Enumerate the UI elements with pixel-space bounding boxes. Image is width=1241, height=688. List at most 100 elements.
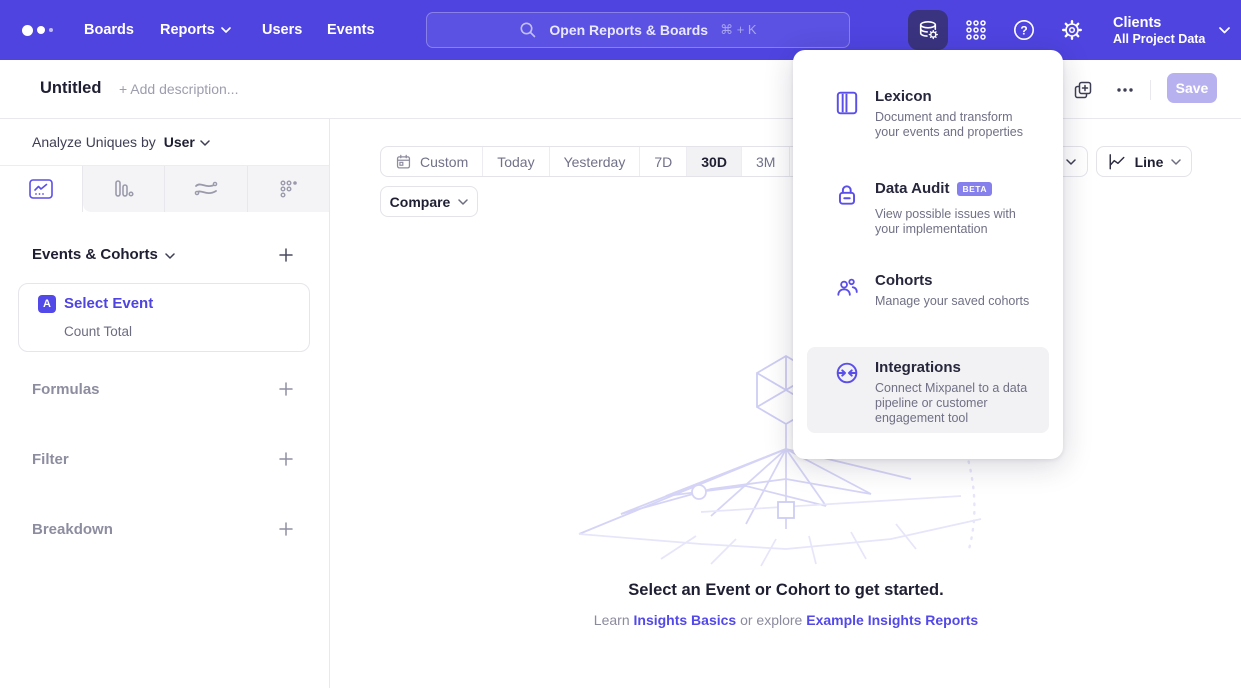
add-breakdown-button[interactable] xyxy=(277,520,295,538)
menu-item-description: Document and transform your events and p… xyxy=(875,110,1037,140)
data-management-button[interactable] xyxy=(908,10,948,50)
nav-item-label: Events xyxy=(327,22,375,38)
tab-flows-chart[interactable] xyxy=(165,166,248,212)
nav-item-reports[interactable]: Reports xyxy=(160,0,231,60)
menu-item-integrations-highlighted[interactable]: Integrations Connect Mixpanel to a data … xyxy=(807,347,1049,433)
date-range-custom[interactable]: Custom xyxy=(381,147,483,176)
report-canvas: Select an Event or Cohort to get started… xyxy=(331,119,1241,688)
search-shortcut: ⌘ + K xyxy=(720,22,757,38)
menu-item-data-audit[interactable]: Data Audit BETA View possible issues wit… xyxy=(807,172,1049,262)
formulas-section-label: Formulas xyxy=(32,381,100,398)
project-selector[interactable]: Clients All Project Data xyxy=(1113,10,1230,50)
date-range-label: 30D xyxy=(701,154,727,170)
project-scope: All Project Data xyxy=(1113,32,1205,47)
compare-label: Compare xyxy=(390,194,451,210)
count-total-selector[interactable]: Count Total xyxy=(64,324,132,339)
date-range-label: 3M xyxy=(756,154,775,170)
tab-bar-chart[interactable] xyxy=(83,166,166,212)
chevron-down-icon xyxy=(1219,27,1230,34)
event-row-card[interactable]: A Select Event Count Total xyxy=(18,283,310,352)
date-range-label: Custom xyxy=(420,154,468,170)
apps-grid-icon xyxy=(964,18,988,42)
chevron-down-icon xyxy=(165,253,175,259)
bar-chart-tab-icon xyxy=(111,177,135,201)
menu-item-cohorts[interactable]: Cohorts Manage your saved cohorts xyxy=(807,268,1049,330)
analyze-value-select[interactable]: User xyxy=(164,134,195,150)
nav-item-events[interactable]: Events xyxy=(327,0,375,60)
nav-item-boards[interactable]: Boards xyxy=(84,0,134,60)
beta-badge: BETA xyxy=(957,182,992,196)
global-search-input[interactable]: Open Reports & Boards ⌘ + K xyxy=(426,12,850,48)
apps-grid-button[interactable] xyxy=(956,10,996,50)
menu-item-description: Manage your saved cohorts xyxy=(875,294,1037,309)
data-audit-icon xyxy=(834,182,860,208)
chart-type-button[interactable]: Line xyxy=(1096,146,1192,177)
settings-button[interactable] xyxy=(1052,10,1092,50)
mixpanel-logo[interactable] xyxy=(22,22,58,38)
query-builder-sidebar: Analyze Uniques by User xyxy=(0,119,330,688)
tab-metrics-chart[interactable] xyxy=(248,166,330,212)
chart-type-tabstrip xyxy=(0,166,329,212)
report-title[interactable]: Untitled xyxy=(40,79,101,98)
date-range-7d[interactable]: 7D xyxy=(640,147,687,176)
line-chart-icon xyxy=(1107,153,1127,171)
analyze-label: Analyze Uniques by xyxy=(32,134,156,150)
events-cohorts-section-header[interactable]: Events & Cohorts xyxy=(32,246,175,263)
menu-item-description: View possible issues with your implement… xyxy=(875,207,1037,237)
select-event-button[interactable]: Select Event xyxy=(64,295,153,312)
plus-icon xyxy=(278,521,294,537)
event-series-badge: A xyxy=(38,295,56,313)
svg-text:?: ? xyxy=(1020,23,1027,37)
help-icon: ? xyxy=(1012,18,1036,42)
chevron-down-icon xyxy=(458,199,468,205)
date-range-today[interactable]: Today xyxy=(483,147,549,176)
empty-links-prefix: Learn xyxy=(594,612,634,628)
report-description-placeholder[interactable]: + Add description... xyxy=(119,81,238,97)
empty-links-middle: or explore xyxy=(736,612,806,628)
events-cohorts-label: Events & Cohorts xyxy=(32,246,158,263)
ellipsis-icon xyxy=(1115,80,1135,100)
settings-gear-icon xyxy=(1060,18,1084,42)
date-range-3m[interactable]: 3M xyxy=(742,147,790,176)
breakdown-section-label: Breakdown xyxy=(32,521,113,538)
analyze-uniques-row: Analyze Uniques by User xyxy=(0,119,329,166)
empty-state-links: Learn Insights Basics or explore Example… xyxy=(331,612,1241,628)
chevron-down-icon[interactable] xyxy=(200,140,210,146)
empty-state-title: Select an Event or Cohort to get started… xyxy=(331,581,1241,600)
chart-type-label: Line xyxy=(1135,154,1164,170)
save-button[interactable]: Save xyxy=(1167,73,1217,103)
cohorts-people-icon xyxy=(834,274,860,300)
menu-item-title: Lexicon xyxy=(875,88,932,105)
date-range-yesterday[interactable]: Yesterday xyxy=(550,147,641,176)
metrics-tab-icon xyxy=(276,177,300,201)
menu-item-title: Data Audit xyxy=(875,180,949,197)
example-insights-reports-link[interactable]: Example Insights Reports xyxy=(806,612,978,628)
add-formula-button[interactable] xyxy=(277,380,295,398)
add-event-button[interactable] xyxy=(277,246,295,264)
menu-item-lexicon[interactable]: Lexicon Document and transform your even… xyxy=(807,80,1049,166)
search-icon xyxy=(519,21,537,39)
calendar-icon xyxy=(395,153,412,170)
tab-insights-line-chart[interactable] xyxy=(0,166,83,212)
lexicon-book-icon xyxy=(834,90,860,116)
more-options-button[interactable] xyxy=(1113,78,1137,102)
nav-item-users[interactable]: Users xyxy=(262,0,302,60)
menu-item-title: Integrations xyxy=(875,359,961,376)
search-placeholder: Open Reports & Boards xyxy=(549,22,708,38)
date-range-label: Today xyxy=(497,154,534,170)
date-range-label: Yesterday xyxy=(564,154,626,170)
data-management-dropdown-menu: Lexicon Document and transform your even… xyxy=(793,50,1063,459)
add-to-board-button[interactable] xyxy=(1071,78,1095,102)
help-button[interactable]: ? xyxy=(1004,10,1044,50)
compare-button[interactable]: Compare xyxy=(380,186,478,217)
insights-basics-link[interactable]: Insights Basics xyxy=(634,612,737,628)
project-name: Clients xyxy=(1113,14,1205,32)
line-chart-tab-icon xyxy=(28,177,54,201)
add-filter-button[interactable] xyxy=(277,450,295,468)
menu-item-title: Cohorts xyxy=(875,272,933,289)
data-management-icon xyxy=(916,18,940,42)
date-range-30d-selected[interactable]: 30D xyxy=(687,147,742,176)
filter-section-label: Filter xyxy=(32,451,69,468)
chevron-down-icon xyxy=(221,27,231,33)
copy-plus-icon xyxy=(1073,80,1093,100)
